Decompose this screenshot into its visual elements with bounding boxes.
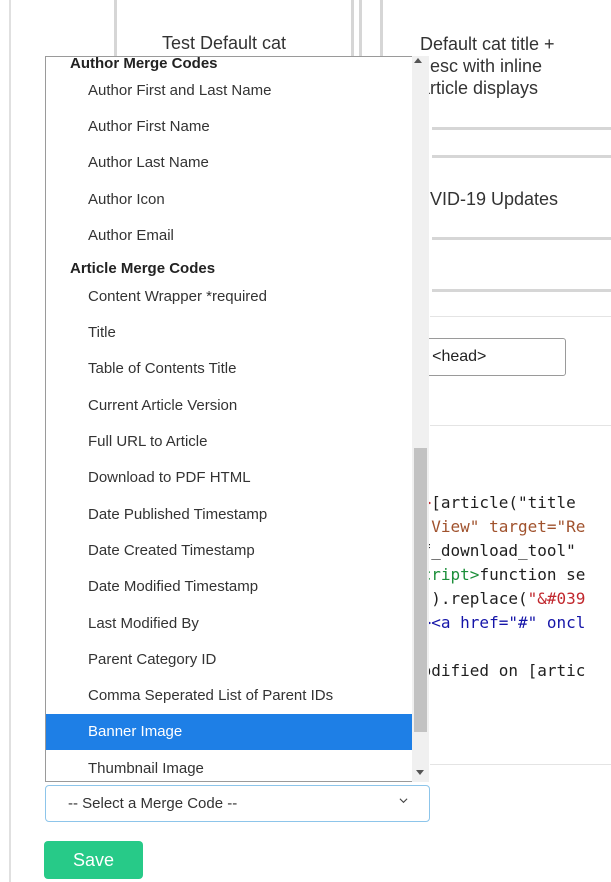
option-date-published[interactable]: Date Published Timestamp: [46, 497, 412, 533]
code-token: Modified on [artic: [412, 661, 586, 680]
option-content-wrapper[interactable]: Content Wrapper *required: [46, 279, 412, 315]
option-author-first-name[interactable]: Author First Name: [46, 109, 412, 145]
option-toc-title[interactable]: Table of Contents Title: [46, 351, 412, 387]
code-token: function se: [479, 565, 586, 584]
table-cell-title: Test Default cat: [162, 33, 287, 53]
option-author-email[interactable]: Author Email: [46, 218, 412, 254]
code-editor[interactable]: ">[article("title r View" target="Re df_do…: [412, 491, 611, 683]
chevron-down-icon: [399, 798, 408, 804]
code-token: "&#039: [527, 589, 586, 608]
code-line: df_download_tool": [412, 539, 611, 563]
table-divider: [432, 155, 611, 158]
option-full-url[interactable]: Full URL to Article: [46, 424, 412, 460]
table-cell-title: Default cat title + desc with inline art…: [420, 34, 555, 98]
save-button[interactable]: Save: [44, 841, 143, 879]
code-token: t><a href="#" oncl: [412, 613, 586, 632]
scrollbar-thumb[interactable]: [414, 448, 427, 732]
option-author-first-last-name[interactable]: Author First and Last Name: [46, 73, 412, 109]
code-line: r View" target="Re: [412, 515, 611, 539]
page-border: [9, 0, 11, 882]
option-parent-category-id[interactable]: Parent Category ID: [46, 642, 412, 678]
option-banner-image[interactable]: Banner Image: [46, 714, 412, 750]
code-token: df_download_tool": [412, 541, 576, 560]
option-last-modified-by[interactable]: Last Modified By: [46, 606, 412, 642]
optgroup-author: Author Merge Codes: [70, 56, 218, 72]
option-author-last-name[interactable]: Author Last Name: [46, 145, 412, 181]
table-divider: [432, 289, 611, 292]
section-divider: [430, 764, 611, 765]
option-author-icon[interactable]: Author Icon: [46, 182, 412, 218]
option-pdf-html[interactable]: Download to PDF HTML: [46, 460, 412, 496]
option-article-version[interactable]: Current Article Version: [46, 388, 412, 424]
optgroup-article: Article Merge Codes: [70, 260, 216, 277]
table-divider: [432, 237, 611, 240]
code-line: ">[article("title: [412, 491, 611, 515]
scroll-down-arrow-icon[interactable]: [416, 770, 424, 775]
code-token: r View" target="Re: [412, 517, 586, 536]
option-date-modified[interactable]: Date Modified Timestamp: [46, 569, 412, 605]
option-title[interactable]: Title: [46, 315, 412, 351]
option-parent-ids-list[interactable]: Comma Seperated List of Parent IDs: [46, 678, 412, 714]
section-divider: [430, 316, 611, 317]
section-divider: [430, 425, 611, 426]
merge-code-dropdown-list[interactable]: Author Merge Codes Author First and Last…: [45, 56, 429, 782]
table-divider: [432, 127, 611, 130]
code-line: Modified on [artic: [412, 659, 611, 683]
table-cell-title: )VID-19 Updates: [424, 189, 559, 209]
code-line: t><a href="#" oncl: [412, 611, 611, 635]
option-thumbnail-image[interactable]: Thumbnail Image: [46, 751, 412, 781]
code-token: ).replace(: [431, 589, 528, 608]
code-token: [article("title: [431, 493, 576, 512]
code-line: '").replace("&#039: [412, 587, 611, 611]
merge-code-select[interactable]: -- Select a Merge Code --: [45, 785, 430, 822]
code-line: script>function se: [412, 563, 611, 587]
scroll-up-arrow-icon[interactable]: [414, 58, 422, 63]
option-date-created[interactable]: Date Created Timestamp: [46, 533, 412, 569]
